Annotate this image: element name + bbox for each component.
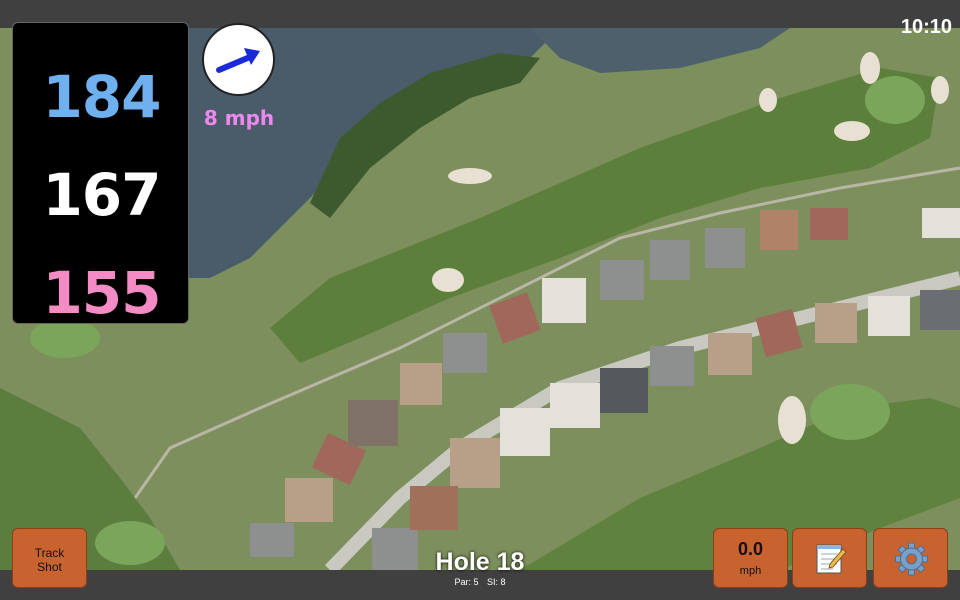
hole-stroke-index: SI: 8 <box>487 577 506 587</box>
hole-par: Par: 5 <box>454 577 479 587</box>
hole-info: Par: 5 SI: 8 <box>380 577 580 587</box>
track-shot-label-line2: Shot <box>37 560 62 574</box>
wind-speed: 8 mph <box>203 106 275 130</box>
speed-value: 0.0 <box>737 539 764 559</box>
distance-back: 184 <box>42 63 161 131</box>
gear-icon <box>895 542 928 576</box>
notepad-icon <box>816 544 847 574</box>
speed-unit: mph <box>739 565 762 577</box>
speed-button[interactable]: 0.0 mph <box>713 528 788 588</box>
settings-button[interactable] <box>873 528 948 588</box>
green-lower-right <box>810 384 890 440</box>
distance-panel[interactable]: 184 167 155 <box>12 22 189 327</box>
track-shot-label-line1: Track <box>34 546 65 560</box>
notes-button[interactable] <box>792 528 867 588</box>
track-shot-button[interactable]: Track Shot <box>12 528 87 588</box>
distance-middle: 167 <box>42 161 161 229</box>
wind-indicator[interactable] <box>202 23 275 96</box>
wind-arrow-icon <box>216 48 260 73</box>
green-right <box>865 76 925 124</box>
hole-title: Hole 18 <box>435 548 525 576</box>
distance-front: 155 <box>42 259 161 327</box>
clock: 10:10 <box>900 16 952 38</box>
